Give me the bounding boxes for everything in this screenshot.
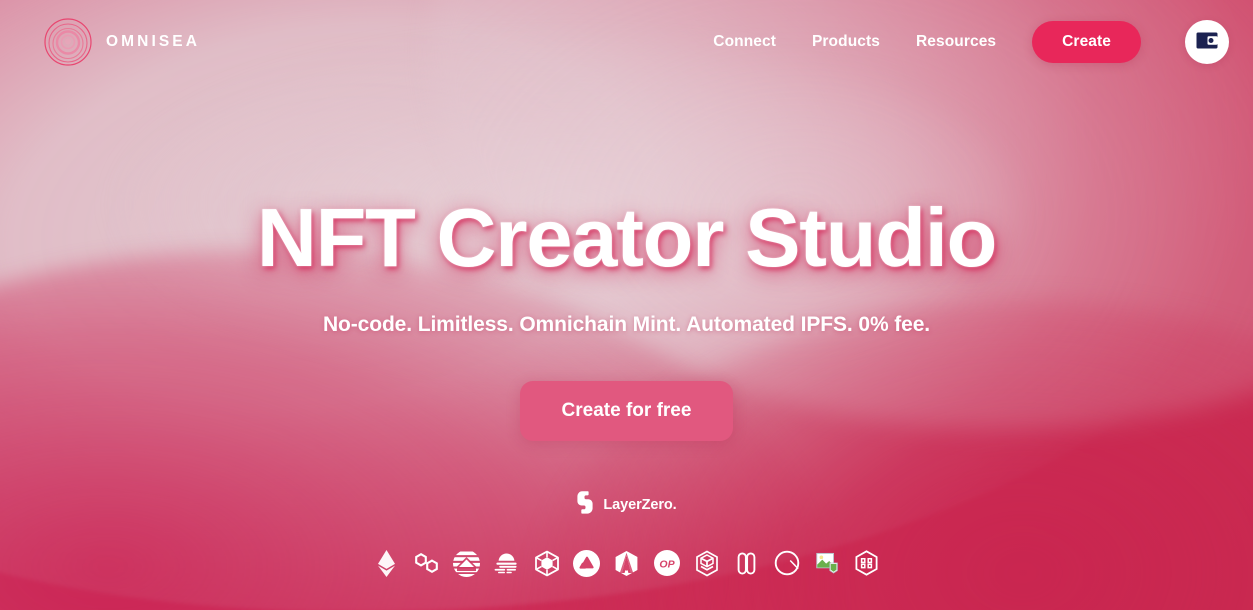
klaytn-icon[interactable] (727, 547, 767, 579)
polygon-icon[interactable] (407, 547, 447, 579)
page-title: NFT Creator Studio (256, 191, 997, 284)
create-for-free-button[interactable]: Create for free (519, 381, 734, 441)
celo-icon[interactable] (487, 547, 527, 579)
layerzero-label: LayerZero. (603, 496, 677, 513)
nav-link-products[interactable]: Products (812, 23, 880, 61)
arbitrum-icon[interactable] (447, 547, 487, 579)
brand-logo-link[interactable]: OMNISEA (44, 18, 200, 66)
hero-subtitle: No-code. Limitless. Omnichain Mint. Auto… (322, 313, 931, 336)
gnosis-icon[interactable] (767, 547, 807, 579)
wallet-icon (1196, 32, 1218, 52)
create-button[interactable]: Create (1032, 21, 1141, 63)
layerzero-logo-icon (576, 490, 594, 519)
broken-image-placeholder-icon[interactable] (807, 547, 847, 579)
nav-link-resources[interactable]: Resources (916, 23, 996, 61)
svg-text:OP: OP (659, 558, 675, 570)
fantom-icon[interactable] (687, 547, 727, 579)
wallet-connect-button[interactable] (1185, 20, 1229, 64)
omnisea-landing-page: OMNISEA Connect Products Resources Creat… (0, 0, 1253, 610)
powered-by-layerzero[interactable]: LayerZero. (576, 490, 677, 519)
main-navigation: Connect Products Resources Create (713, 20, 1229, 64)
hexagon-chain-icon[interactable] (847, 547, 887, 579)
brand-name: OMNISEA (106, 33, 201, 50)
omnisea-concentric-circles-logo-icon (44, 18, 92, 66)
avalanche-icon[interactable] (567, 547, 607, 579)
site-header: OMNISEA Connect Products Resources Creat… (0, 0, 1253, 84)
moonbeam-icon[interactable] (607, 547, 647, 579)
optimism-icon[interactable]: OP (647, 547, 687, 579)
nav-link-connect[interactable]: Connect (713, 23, 776, 61)
supported-chains-row: OP (367, 547, 887, 579)
bnb-chain-icon[interactable] (527, 547, 567, 579)
ethereum-icon[interactable] (367, 547, 407, 579)
